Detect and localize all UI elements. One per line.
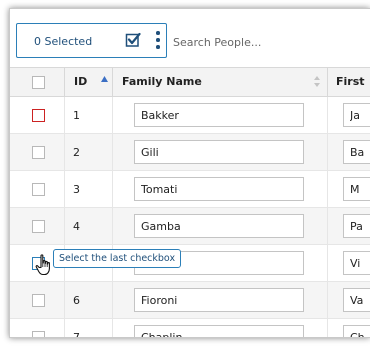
first-name-cell [328,208,370,245]
first-name-cell [328,134,370,171]
row-checkbox[interactable] [32,109,45,122]
table-row: 6 [10,282,370,319]
row-select-cell [10,282,65,319]
select-all-checkbox-icon[interactable] [125,32,141,48]
header-select-cell [10,68,65,97]
family-name-input[interactable] [134,103,304,127]
first-name-input[interactable] [343,288,370,312]
first-name-input[interactable] [343,140,370,164]
first-name-cell [328,282,370,319]
row-checkbox[interactable] [32,146,45,159]
row-id: 2 [73,146,80,159]
sort-ascending-icon [101,76,108,82]
family-name-cell [113,208,328,245]
row-checkbox[interactable] [32,294,45,307]
first-name-cell [328,97,370,134]
family-name-input[interactable] [134,288,304,312]
header-id[interactable]: ID [65,68,113,97]
first-name-input[interactable] [343,103,370,127]
selection-box: 0 Selected [16,23,167,58]
row-id: 7 [73,331,80,338]
row-select-cell [10,97,65,134]
table-row: 2 [10,134,370,171]
family-name-cell [113,319,328,337]
id-cell: 4 [65,208,113,245]
sort-unsorted-icon [314,76,320,87]
row-checkbox[interactable] [32,220,45,233]
header-first-name[interactable]: First [328,68,370,97]
id-cell: 7 [65,319,113,338]
row-select-cell [10,134,65,171]
row-id: 4 [73,220,80,233]
family-name-input[interactable] [134,177,304,201]
first-name-input[interactable] [343,325,370,337]
first-name-input[interactable] [343,177,370,201]
family-name-cell [113,97,328,134]
header-first-name-label: First [336,75,365,88]
first-name-cell [328,245,370,282]
family-name-cell [113,282,328,319]
header-select-all-checkbox[interactable] [32,76,45,89]
id-cell: 6 [65,282,113,319]
selected-count: 0 Selected [34,35,93,48]
row-id: 3 [73,183,80,196]
row-id: 6 [73,294,80,307]
id-cell: 3 [65,171,113,208]
people-grid-panel: 0 Selected ID F [9,8,370,338]
family-name-input[interactable] [134,140,304,164]
header-family-name[interactable]: Family Name [113,68,328,97]
id-cell: 1 [65,97,113,134]
row-select-cell [10,319,65,337]
family-name-input[interactable] [134,325,304,337]
header-id-label: ID [74,75,88,88]
family-name-input[interactable] [134,214,304,238]
first-name-cell [328,171,370,208]
hand-pointer-icon [35,254,50,276]
grid-header: ID Family Name First [10,68,370,97]
table-row: 1 [10,97,370,134]
more-options-icon[interactable] [154,31,162,49]
header-family-name-label: Family Name [122,75,202,88]
row-select-cell [10,171,65,208]
checkbox-tooltip: Select the last checkbox [53,249,182,268]
family-name-cell [113,134,328,171]
family-name-cell [113,171,328,208]
id-cell: 2 [65,134,113,171]
row-checkbox[interactable] [32,331,45,337]
table-row: 7 [10,319,370,338]
table-row: 3 [10,171,370,208]
row-select-cell [10,208,65,245]
table-row: 4 [10,208,370,245]
row-id: 1 [73,109,80,122]
first-name-cell [328,319,370,337]
first-name-input[interactable] [343,251,370,275]
row-checkbox[interactable] [32,183,45,196]
grid-toolbar: 0 Selected [10,9,370,68]
search-input[interactable] [173,33,368,51]
first-name-input[interactable] [343,214,370,238]
